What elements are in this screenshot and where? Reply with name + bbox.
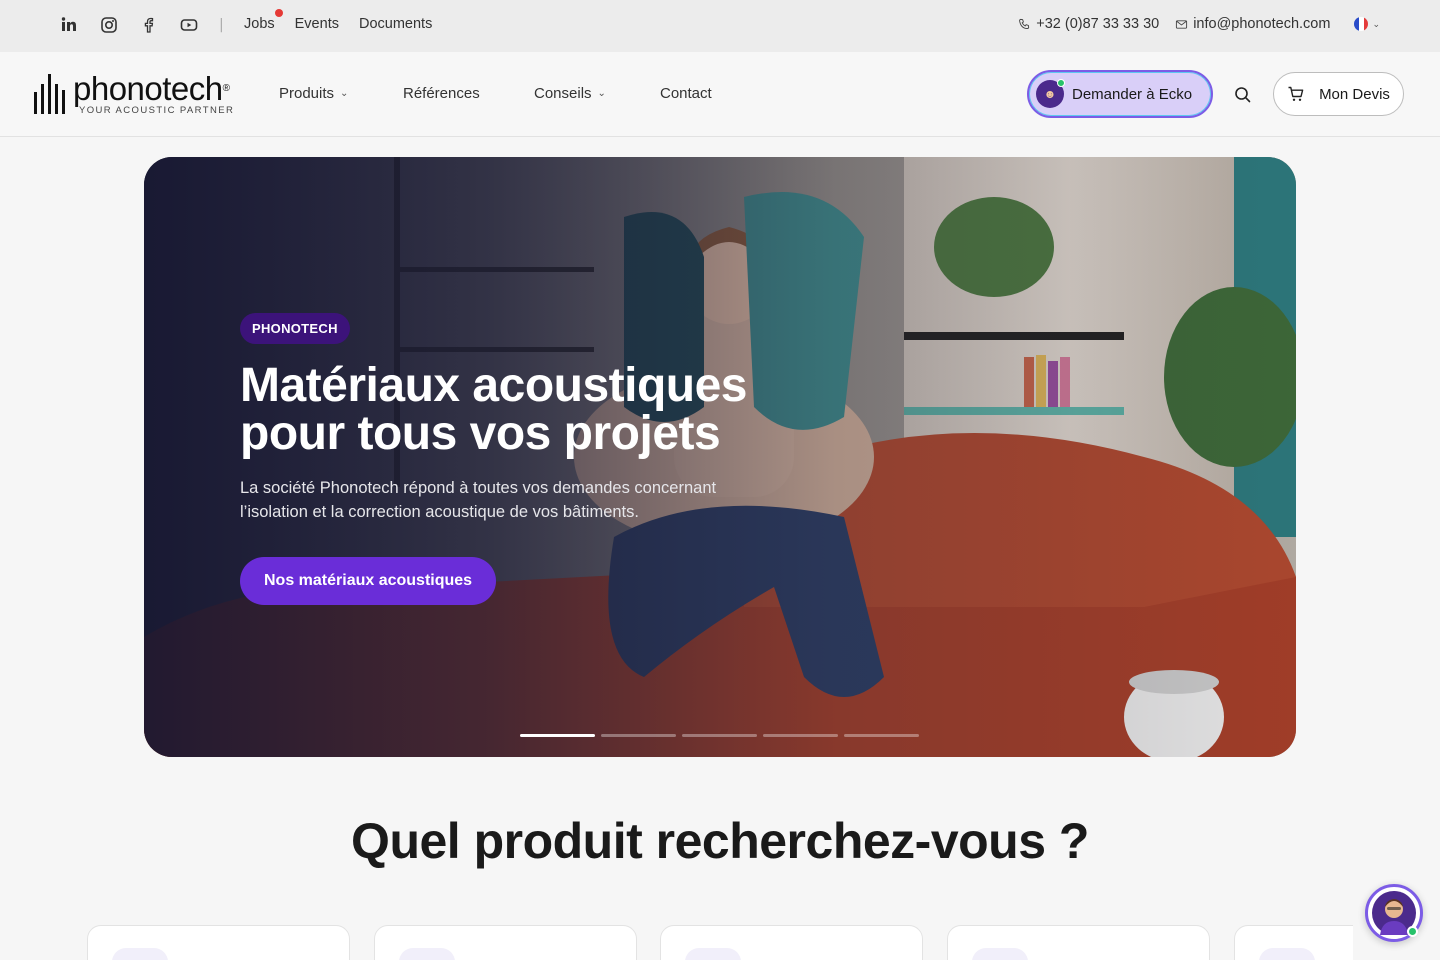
language-selector[interactable]: ⌄ — [1354, 17, 1380, 31]
hero-title-line-2: pour tous vos projets — [240, 407, 721, 460]
topbar-separator: | — [219, 17, 224, 33]
nav-item-label: Contact — [660, 85, 712, 102]
topbar-links: Jobs Events Documents — [244, 9, 432, 32]
slide-indicator[interactable] — [601, 734, 676, 737]
facebook-icon[interactable] — [140, 16, 158, 34]
nav-item-label: Conseils — [534, 85, 592, 102]
hero-cta-button[interactable]: Nos matériaux acoustiques — [240, 557, 497, 605]
hero-title-line-1: Matériaux acoustiques — [240, 359, 748, 412]
linkedin-icon[interactable] — [60, 16, 78, 34]
topbar-link-events[interactable]: Events — [295, 16, 339, 32]
product-card[interactable] — [87, 925, 350, 960]
slider-pagination — [520, 734, 919, 737]
ecko-avatar: ☻ — [1036, 79, 1065, 108]
product-card[interactable] — [947, 925, 1210, 960]
logo[interactable]: phonotech® YOUR ACOUSTIC PARTNER — [34, 72, 234, 116]
logo-registered: ® — [222, 83, 230, 94]
topbar-link-jobs[interactable]: Jobs — [244, 9, 283, 32]
product-card-icon — [972, 948, 1028, 960]
topbar-link-jobs-label: Jobs — [244, 16, 275, 32]
nav-item-contact[interactable]: Contact — [660, 85, 712, 102]
mail-icon — [1176, 19, 1188, 29]
slide-indicator[interactable] — [763, 734, 838, 737]
product-card[interactable] — [374, 925, 637, 960]
main-header: phonotech® YOUR ACOUSTIC PARTNER Produit… — [0, 52, 1440, 137]
section-title: Quel produit recherchez-vous ? — [351, 813, 1089, 869]
top-bar: | Jobs Events Documents +32 (0)87 33 33 … — [0, 0, 1440, 52]
product-card-icon — [399, 948, 455, 960]
my-quote-label: Mon Devis — [1319, 85, 1390, 103]
nav-item-produits[interactable]: Produits ⌄ — [279, 85, 403, 102]
email-address: info@phonotech.com — [1193, 16, 1331, 32]
product-card[interactable] — [1234, 925, 1353, 960]
chevron-down-icon: ⌄ — [1372, 18, 1380, 29]
slide-indicator[interactable] — [844, 734, 919, 737]
nav-item-label: Références — [403, 85, 480, 102]
chevron-down-icon: ⌄ — [340, 88, 349, 99]
social-links — [60, 16, 198, 34]
hero-description: La société Phonotech répond à toutes vos… — [240, 479, 717, 521]
product-card-icon — [1259, 948, 1315, 960]
nav-item-conseils[interactable]: Conseils ⌄ — [534, 85, 660, 102]
product-card-icon — [685, 948, 741, 960]
topbar-link-documents[interactable]: Documents — [359, 16, 432, 32]
phone-icon — [1019, 18, 1030, 29]
french-flag-icon — [1354, 17, 1369, 31]
slide-indicator-active[interactable] — [520, 734, 595, 737]
chat-assistant-button[interactable] — [1365, 884, 1423, 942]
main-nav: Produits ⌄ Références Conseils ⌄ Contact — [279, 85, 712, 102]
nav-item-references[interactable]: Références — [403, 85, 534, 102]
nav-item-label: Produits — [279, 85, 335, 102]
ask-ecko-button[interactable]: ☻ Demander à Ecko — [1027, 70, 1213, 118]
chevron-down-icon: ⌄ — [597, 88, 606, 99]
ask-ecko-label: Demander à Ecko — [1072, 85, 1193, 103]
instagram-icon[interactable] — [100, 16, 118, 34]
product-card-icon — [112, 948, 168, 960]
hero-slider: PHONOTECH Matériaux acoustiques pour tou… — [144, 157, 1296, 757]
my-quote-button[interactable]: Mon Devis — [1273, 72, 1404, 116]
search-icon[interactable] — [1233, 85, 1253, 105]
cart-icon — [1288, 86, 1304, 101]
contact-info: +32 (0)87 33 33 30 info@phonotech.com ⌄ — [1018, 16, 1380, 32]
phone-number: +32 (0)87 33 33 30 — [1036, 16, 1160, 32]
youtube-icon[interactable] — [180, 16, 198, 34]
slide-indicator[interactable] — [682, 734, 757, 737]
hero-badge: PHONOTECH — [240, 313, 350, 344]
phone-link[interactable]: +32 (0)87 33 33 30 — [1018, 16, 1159, 32]
online-status-dot — [1057, 79, 1065, 87]
logo-tagline: YOUR ACOUSTIC PARTNER — [79, 105, 235, 116]
notification-dot — [274, 9, 283, 17]
product-category-cards — [87, 925, 1353, 960]
hero-title: Matériaux acoustiques pour tous vos proj… — [240, 362, 880, 458]
email-link[interactable]: info@phonotech.com — [1175, 16, 1330, 32]
logo-bars-icon — [34, 74, 65, 114]
product-card[interactable] — [660, 925, 923, 960]
hero-content: PHONOTECH Matériaux acoustiques pour tou… — [240, 313, 880, 605]
logo-wordmark: phonotech — [73, 70, 223, 107]
online-status-dot — [1407, 926, 1418, 937]
